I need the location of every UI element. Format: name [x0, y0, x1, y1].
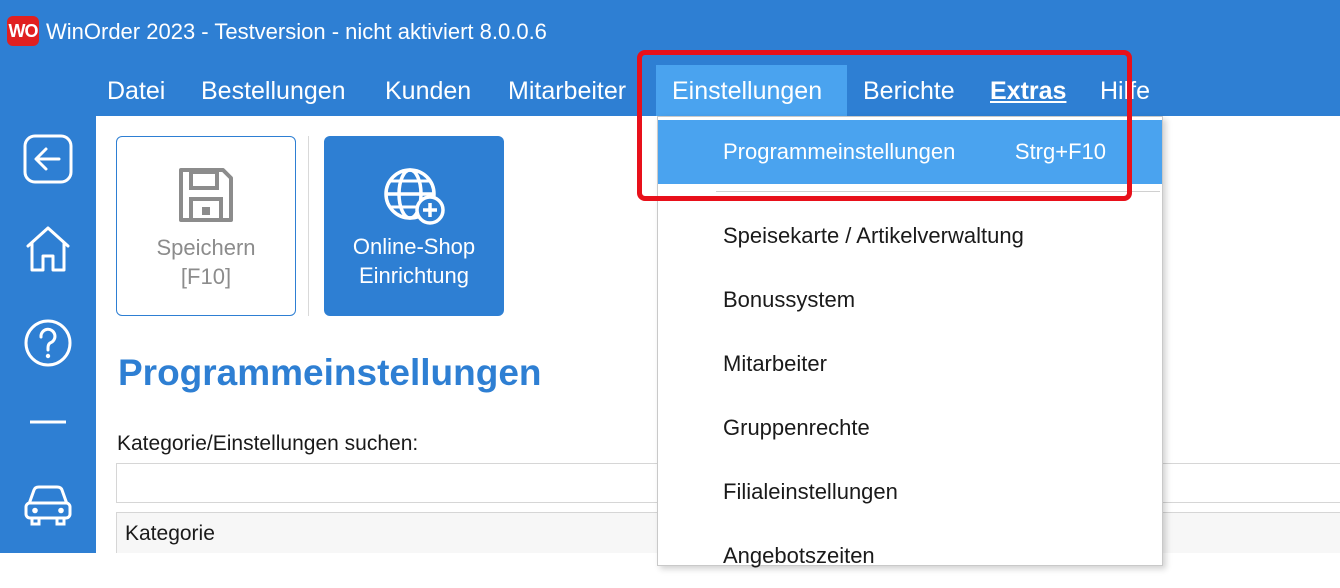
- menu-item-label: Speisekarte / Artikelverwaltung: [723, 223, 1024, 248]
- globe-add-icon: [324, 164, 504, 230]
- menu-berichte[interactable]: Berichte: [847, 65, 971, 116]
- save-button[interactable]: Speichern [F10]: [116, 136, 296, 316]
- menu-extras[interactable]: Extras: [974, 65, 1082, 116]
- menu-item-label: Mitarbeiter: [723, 351, 827, 376]
- menu-item-label: Filialeinstellungen: [723, 479, 898, 504]
- menu-item-label: Programmeinstellungen: [723, 139, 956, 164]
- menu-item-gruppenrechte[interactable]: Gruppenrechte: [658, 396, 1162, 460]
- minimize-icon[interactable]: [22, 396, 74, 448]
- sidebar: [0, 116, 96, 553]
- online-shop-button[interactable]: Online-Shop Einrichtung: [324, 136, 504, 316]
- menu-item-programmeinstellungen[interactable]: Programmeinstellungen Strg+F10: [658, 120, 1162, 184]
- floppy-disk-icon: [117, 165, 295, 231]
- menu-bestellungen[interactable]: Bestellungen: [185, 65, 362, 116]
- menu-item-angebotszeiten[interactable]: Angebotszeiten: [658, 524, 1162, 588]
- menu-item-speisekarte[interactable]: Speisekarte / Artikelverwaltung: [658, 204, 1162, 268]
- save-button-label: Speichern [F10]: [156, 235, 256, 289]
- menu-kunden[interactable]: Kunden: [369, 65, 487, 116]
- menu-item-label: Gruppenrechte: [723, 415, 870, 440]
- toolbar-divider: [308, 136, 309, 316]
- page-title: Programmeinstellungen: [118, 352, 542, 393]
- back-icon[interactable]: [22, 133, 74, 185]
- online-shop-button-label: Online-Shop Einrichtung: [352, 234, 476, 288]
- menu-separator: [716, 191, 1160, 192]
- window-title: WinOrder 2023 - Testversion - nicht akti…: [46, 19, 547, 44]
- menu-bar: Datei Bestellungen Kunden Mitarbeiter Ei…: [0, 65, 1340, 116]
- title-bar: WO WinOrder 2023 - Testversion - nicht a…: [0, 0, 1340, 65]
- help-icon[interactable]: [22, 317, 74, 369]
- search-label: Kategorie/Einstellungen suchen:: [117, 432, 419, 455]
- menu-hilfe[interactable]: Hilfe: [1084, 65, 1166, 116]
- menu-einstellungen[interactable]: Einstellungen: [656, 65, 847, 116]
- menu-item-bonussystem[interactable]: Bonussystem: [658, 268, 1162, 332]
- menu-item-filialeinstellungen[interactable]: Filialeinstellungen: [658, 460, 1162, 524]
- menu-item-shortcut: Strg+F10: [1014, 139, 1106, 164]
- menu-item-label: Angebotszeiten: [723, 543, 875, 568]
- home-icon[interactable]: [22, 223, 74, 275]
- menu-item-label: Bonussystem: [723, 287, 856, 312]
- menu-item-mitarbeiter[interactable]: Mitarbeiter: [658, 332, 1162, 396]
- car-icon[interactable]: [22, 479, 74, 531]
- menu-datei[interactable]: Datei: [91, 65, 181, 116]
- menu-mitarbeiter[interactable]: Mitarbeiter: [492, 65, 642, 116]
- einstellungen-dropdown-menu: Programmeinstellungen Strg+F10 Speisekar…: [657, 116, 1163, 568]
- app-logo: WO: [7, 16, 39, 46]
